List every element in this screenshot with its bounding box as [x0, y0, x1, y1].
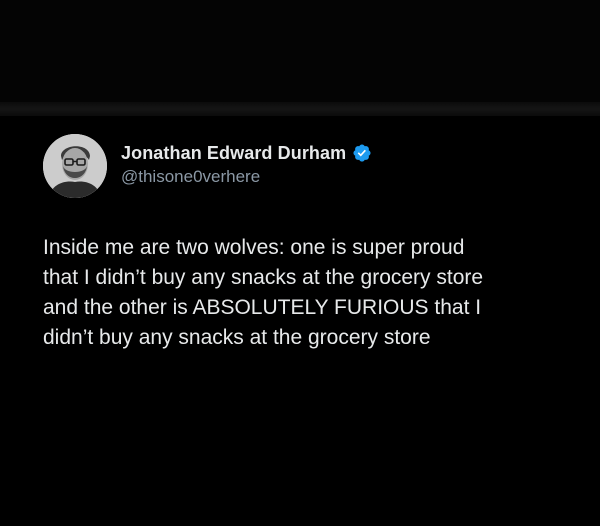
avatar[interactable] — [43, 134, 107, 198]
avatar-photo-icon — [43, 134, 107, 198]
author-display-name[interactable]: Jonathan Edward Durham — [121, 143, 346, 164]
screenshot-frame: Jonathan Edward Durham @thisone0verhere … — [0, 0, 600, 526]
section-divider — [0, 102, 600, 116]
author-handle[interactable]: @thisone0verhere — [121, 167, 372, 187]
top-empty-area — [0, 0, 600, 102]
tweet-author: Jonathan Edward Durham @thisone0verhere — [121, 140, 372, 187]
author-name-row: Jonathan Edward Durham — [121, 140, 372, 166]
verified-badge-icon — [353, 144, 371, 162]
tweet-text: Inside me are two wolves: one is super p… — [43, 236, 484, 349]
